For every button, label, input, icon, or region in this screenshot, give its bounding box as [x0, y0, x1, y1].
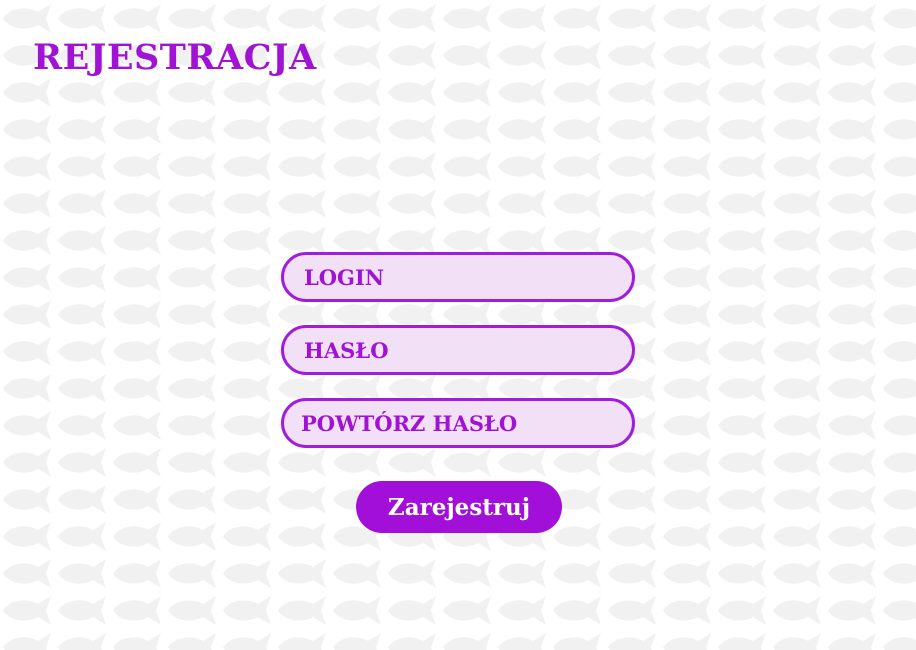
login-input[interactable]	[284, 255, 632, 299]
repeat-password-input[interactable]	[284, 401, 632, 445]
password-input[interactable]	[284, 328, 632, 372]
password-field[interactable]	[281, 325, 635, 375]
page-title: REJESTRACJA	[33, 37, 317, 78]
login-field[interactable]	[281, 252, 635, 302]
register-button[interactable]: Zarejestruj	[356, 481, 562, 533]
repeat-password-field[interactable]	[281, 398, 635, 448]
